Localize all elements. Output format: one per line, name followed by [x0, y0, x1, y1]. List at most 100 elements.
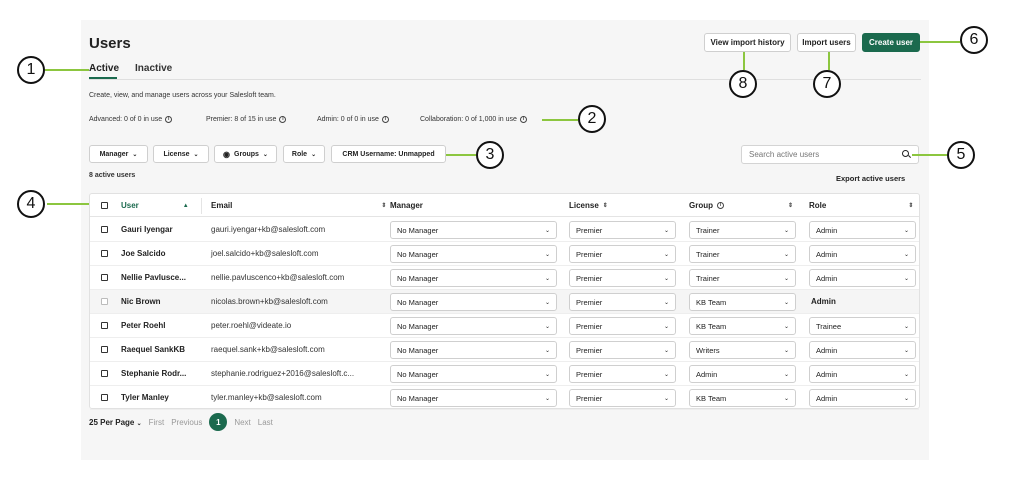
user-email: peter.roehl@videate.io	[211, 321, 292, 330]
group-select[interactable]: Trainer ⌄	[689, 269, 796, 287]
row-checkbox[interactable]	[101, 394, 108, 401]
chevron-down-icon: ⌄	[136, 420, 142, 427]
pagination-first[interactable]: First	[149, 418, 165, 427]
search-icon[interactable]	[902, 150, 911, 159]
callout-6: 6	[960, 26, 988, 54]
users-table: User ▲ Email ⇕ Manager License ⇕ Group i ⇕ Ro…	[89, 193, 920, 410]
chevron-down-icon: ⌄	[663, 347, 669, 354]
user-email: joel.salcido+kb@salesloft.com	[211, 249, 319, 258]
role-select-value: Trainee	[816, 321, 842, 331]
column-header-email[interactable]: Email ⇕	[211, 201, 386, 210]
row-checkbox[interactable]	[101, 370, 108, 377]
role-select[interactable]: Admin ⌄	[809, 389, 916, 407]
filter-manager[interactable]: Manager ⌄	[89, 145, 148, 163]
manager-select[interactable]: No Manager ⌄	[390, 293, 557, 311]
manager-select-value: No Manager	[397, 369, 439, 379]
group-select[interactable]: KB Team ⌄	[689, 317, 796, 335]
column-header-user[interactable]: User ▲	[121, 201, 189, 210]
info-icon[interactable]: i	[519, 116, 527, 123]
table-row: Nic Brown nicolas.brown+kb@salesloft.com N…	[90, 290, 919, 314]
chevron-down-icon: ⌄	[544, 347, 550, 354]
license-select[interactable]: Premier ⌄	[569, 269, 676, 287]
chevron-down-icon: ⌄	[663, 323, 669, 330]
row-checkbox[interactable]	[101, 322, 108, 329]
sort-icon: ⇕	[908, 203, 914, 209]
user-name: Peter Roehl	[121, 321, 166, 330]
license-select[interactable]: Premier ⌄	[569, 341, 676, 359]
manager-select[interactable]: No Manager ⌄	[390, 269, 557, 287]
export-active-users-link[interactable]: Export active users	[836, 174, 905, 183]
group-select[interactable]: Trainer ⌄	[689, 245, 796, 263]
chevron-down-icon: ⌄	[903, 275, 909, 282]
import-users-button[interactable]: Import users	[797, 33, 856, 52]
sort-icon: ⇕	[788, 203, 794, 209]
pagination-current-page[interactable]: 1	[209, 413, 228, 431]
group-select[interactable]: Trainer ⌄	[689, 221, 796, 239]
license-select-value: Premier	[576, 393, 603, 403]
user-email: tyler.manley+kb@salesloft.com	[211, 393, 322, 402]
manager-select[interactable]: No Manager ⌄	[390, 317, 557, 335]
role-select[interactable]: Admin ⌄	[809, 365, 916, 383]
filter-groups[interactable]: ◉ Groups ⌄	[214, 145, 277, 163]
license-select[interactable]: Premier ⌄	[569, 389, 676, 407]
license-select-value: Premier	[576, 249, 603, 259]
column-header-license[interactable]: License ⇕	[569, 201, 608, 210]
manager-select[interactable]: No Manager ⌄	[390, 221, 557, 239]
table-header: User ▲ Email ⇕ Manager License ⇕ Group i ⇕ Ro…	[90, 194, 919, 217]
role-select[interactable]: Admin ⌄	[809, 245, 916, 263]
chevron-down-icon: ⌄	[544, 371, 550, 378]
role-select[interactable]: Trainee ⌄	[809, 317, 916, 335]
role-select[interactable]: Admin ⌄	[809, 341, 916, 359]
manager-select[interactable]: No Manager ⌄	[390, 365, 557, 383]
chevron-down-icon: ⌄	[262, 151, 268, 158]
chevron-down-icon: ⌄	[663, 275, 669, 282]
license-select[interactable]: Premier ⌄	[569, 317, 676, 335]
chevron-down-icon: ⌄	[783, 251, 789, 258]
column-header-manager: Manager	[390, 201, 423, 210]
manager-select[interactable]: No Manager ⌄	[390, 341, 557, 359]
role-select-value: Admin	[816, 393, 838, 403]
group-select[interactable]: KB Team ⌄	[689, 389, 796, 407]
group-select-value: KB Team	[696, 297, 727, 307]
license-select[interactable]: Premier ⌄	[569, 245, 676, 263]
manager-select[interactable]: No Manager ⌄	[390, 245, 557, 263]
license-select[interactable]: Premier ⌄	[569, 365, 676, 383]
filter-license[interactable]: License ⌄	[153, 145, 209, 163]
license-select-value: Premier	[576, 225, 603, 235]
column-header-user-label: User	[121, 201, 139, 210]
search-input[interactable]	[749, 150, 902, 159]
row-checkbox[interactable]	[101, 226, 108, 233]
view-import-history-button[interactable]: View import history	[704, 33, 791, 52]
pagination-previous[interactable]: Previous	[171, 418, 202, 427]
group-select[interactable]: KB Team ⌄	[689, 293, 796, 311]
per-page-select[interactable]: 25 Per Page ⌄	[89, 418, 142, 427]
license-select[interactable]: Premier ⌄	[569, 221, 676, 239]
group-select[interactable]: Writers ⌄	[689, 341, 796, 359]
tab-active[interactable]: Active	[89, 63, 119, 74]
row-checkbox[interactable]	[101, 346, 108, 353]
info-icon[interactable]: i	[165, 116, 173, 123]
manager-select-value: No Manager	[397, 297, 439, 307]
role-select[interactable]: Admin ⌄	[809, 221, 916, 239]
info-icon[interactable]: i	[381, 116, 389, 123]
license-select[interactable]: Premier ⌄	[569, 293, 676, 311]
info-icon[interactable]: i	[279, 116, 287, 123]
filter-role[interactable]: Role ⌄	[283, 145, 325, 163]
select-all-checkbox[interactable]	[101, 202, 108, 209]
column-header-group[interactable]: Group i ⇕	[689, 201, 793, 210]
role-select-value: Admin	[816, 273, 838, 283]
group-select-value: KB Team	[696, 321, 727, 331]
manager-select[interactable]: No Manager ⌄	[390, 389, 557, 407]
info-icon[interactable]: i	[717, 202, 724, 209]
tab-inactive[interactable]: Inactive	[135, 63, 172, 74]
create-user-button[interactable]: Create user	[862, 33, 920, 52]
row-checkbox[interactable]	[101, 274, 108, 281]
pagination-next[interactable]: Next	[234, 418, 250, 427]
per-page-label: 25 Per Page	[89, 417, 135, 427]
pagination-last[interactable]: Last	[258, 418, 273, 427]
row-checkbox[interactable]	[101, 250, 108, 257]
column-header-role[interactable]: Role ⇕	[809, 201, 913, 210]
filter-crm-username[interactable]: CRM Username: Unmapped	[331, 145, 446, 163]
group-select[interactable]: Admin ⌄	[689, 365, 796, 383]
role-select[interactable]: Admin ⌄	[809, 269, 916, 287]
